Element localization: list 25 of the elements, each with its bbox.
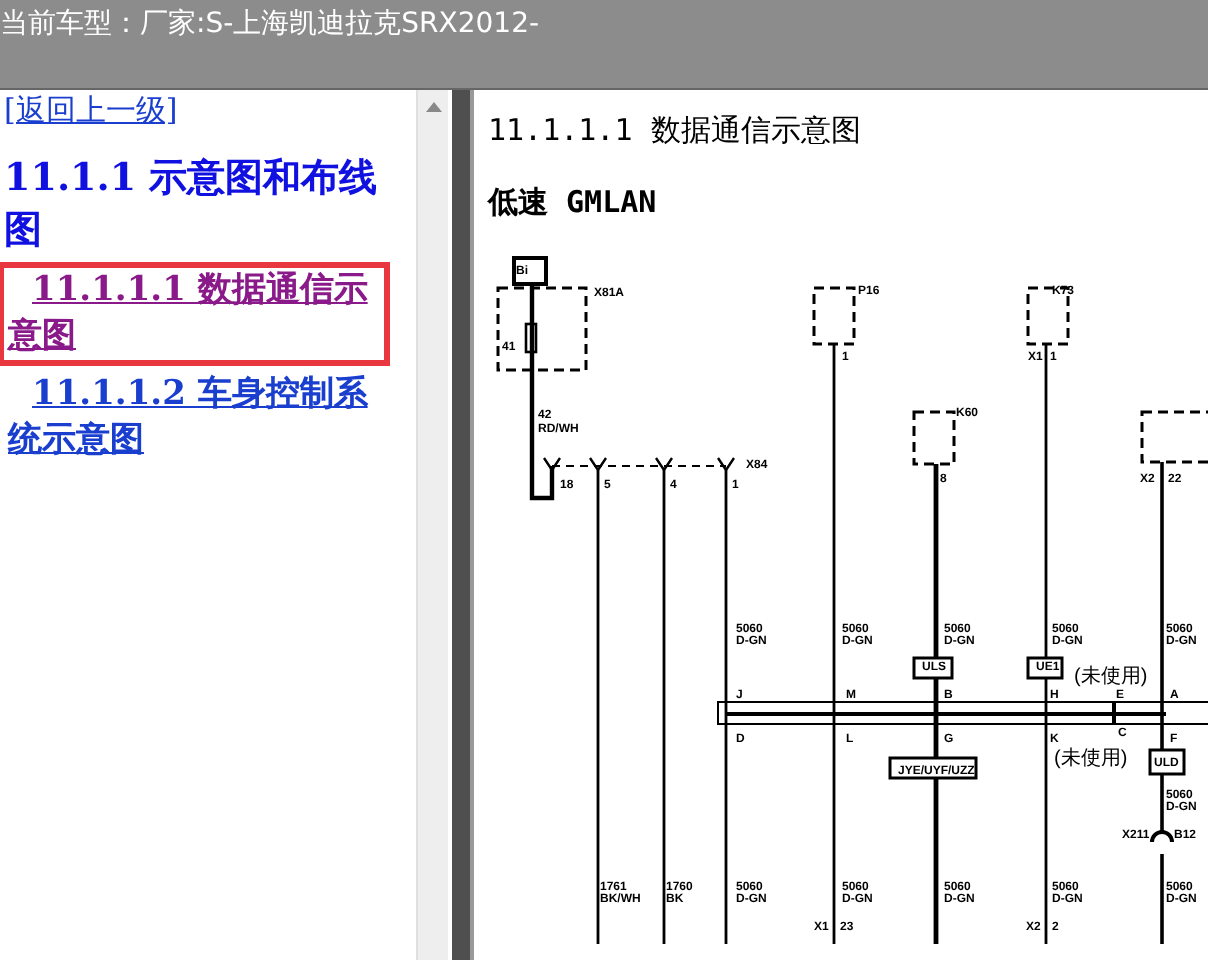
diagram-label: (未使用) bbox=[1054, 748, 1128, 770]
option-code-box bbox=[888, 756, 978, 780]
back-link[interactable]: [返回上一级] bbox=[4, 90, 178, 130]
dashed-component-box bbox=[1140, 410, 1208, 464]
document-title: 11.1.1.1 数据通信示意图 bbox=[488, 110, 863, 150]
option-code-box bbox=[1148, 748, 1186, 776]
nav-link[interactable]: 11.1.1.2 车身控制系统示意图 bbox=[0, 366, 394, 470]
splitter[interactable] bbox=[452, 90, 474, 960]
dashed-component-box bbox=[812, 286, 856, 346]
dashed-component-box bbox=[912, 410, 956, 466]
option-code-box bbox=[912, 656, 954, 680]
dashed-component-box bbox=[496, 286, 588, 372]
diagram-label: (未使用) bbox=[1074, 666, 1148, 688]
section-heading-link[interactable]: 11.1.1 示意图和布线图 bbox=[0, 146, 394, 262]
scrollbar[interactable] bbox=[416, 90, 448, 960]
fuse-symbol bbox=[524, 322, 538, 354]
wire-line bbox=[1160, 854, 1164, 944]
label-box bbox=[512, 256, 548, 286]
document-subtitle: 低速 GMLAN bbox=[488, 182, 659, 222]
option-code-box bbox=[1026, 656, 1064, 680]
title-text: 当前车型：厂家:S-上海凯迪拉克SRX2012- bbox=[0, 6, 540, 42]
splice-connector-icon bbox=[1150, 830, 1174, 843]
nav-link[interactable]: 11.1.1.1 数据通信示意图 bbox=[0, 262, 390, 366]
scroll-up-icon[interactable] bbox=[425, 102, 441, 112]
dashed-component-box bbox=[1026, 286, 1070, 346]
